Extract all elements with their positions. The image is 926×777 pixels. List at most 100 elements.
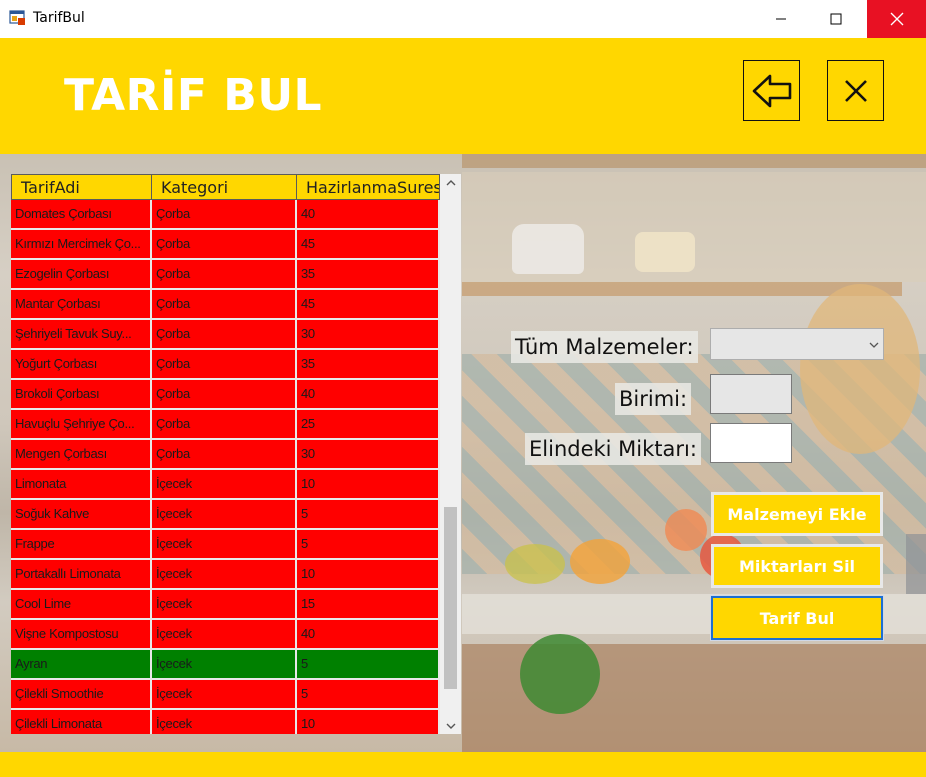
cell-hazirlanmasuresi[interactable]: 45 bbox=[297, 230, 440, 260]
cell-kategori[interactable]: İçecek bbox=[152, 500, 297, 530]
cell-tarifadi[interactable]: Çilekli Smoothie bbox=[11, 680, 152, 710]
table-row[interactable]: Mantar Çorbası Çorba 45 bbox=[11, 290, 440, 320]
table-row[interactable]: Cool Lime İçecek 15 bbox=[11, 590, 440, 620]
cell-hazirlanmasuresi[interactable]: 5 bbox=[297, 500, 440, 530]
cell-kategori[interactable]: Çorba bbox=[152, 350, 297, 380]
cell-hazirlanmasuresi[interactable]: 40 bbox=[297, 380, 440, 410]
table-row[interactable]: Limonata İçecek 10 bbox=[11, 470, 440, 500]
table-row[interactable]: Çilekli Smoothie İçecek 5 bbox=[11, 680, 440, 710]
cell-hazirlanmasuresi[interactable]: 5 bbox=[297, 530, 440, 560]
cell-tarifadi[interactable]: Domates Çorbası bbox=[11, 200, 152, 230]
window-close-button[interactable] bbox=[867, 0, 926, 38]
table-row[interactable]: Mengen Çorbası Çorba 30 bbox=[11, 440, 440, 470]
table-row[interactable]: Çilekli Limonata İçecek 10 bbox=[11, 710, 440, 734]
grid-vertical-scrollbar[interactable] bbox=[440, 174, 461, 734]
cell-kategori[interactable]: Çorba bbox=[152, 440, 297, 470]
cell-tarifadi[interactable]: Soğuk Kahve bbox=[11, 500, 152, 530]
cell-kategori[interactable]: İçecek bbox=[152, 620, 297, 650]
table-row[interactable]: Vişne Kompostosu İçecek 40 bbox=[11, 620, 440, 650]
header-close-button[interactable] bbox=[827, 60, 884, 121]
table-row[interactable]: Havuçlu Şehriye Ço... Çorba 25 bbox=[11, 410, 440, 440]
cell-hazirlanmasuresi[interactable]: 5 bbox=[297, 650, 440, 680]
cell-kategori[interactable]: İçecek bbox=[152, 530, 297, 560]
cell-hazirlanmasuresi[interactable]: 40 bbox=[297, 620, 440, 650]
cell-hazirlanmasuresi[interactable]: 10 bbox=[297, 560, 440, 590]
cell-hazirlanmasuresi[interactable]: 10 bbox=[297, 470, 440, 500]
window-title: TarifBul bbox=[33, 10, 85, 26]
app-window-icon bbox=[9, 10, 25, 25]
maximize-button[interactable] bbox=[813, 0, 859, 38]
cell-kategori[interactable]: Çorba bbox=[152, 260, 297, 290]
cell-hazirlanmasuresi[interactable]: 40 bbox=[297, 200, 440, 230]
amount-field[interactable] bbox=[710, 423, 792, 463]
cell-hazirlanmasuresi[interactable]: 10 bbox=[297, 710, 440, 734]
cell-hazirlanmasuresi[interactable]: 30 bbox=[297, 320, 440, 350]
cell-tarifadi[interactable]: Ayran bbox=[11, 650, 152, 680]
cell-kategori[interactable]: İçecek bbox=[152, 710, 297, 734]
cell-tarifadi[interactable]: Mengen Çorbası bbox=[11, 440, 152, 470]
cell-kategori[interactable]: İçecek bbox=[152, 560, 297, 590]
app-header: TARİF BUL bbox=[0, 38, 926, 154]
chevron-down-icon bbox=[869, 342, 879, 348]
table-row[interactable]: Şehriyeli Tavuk Suy... Çorba 30 bbox=[11, 320, 440, 350]
table-row[interactable]: Domates Çorbası Çorba 40 bbox=[11, 200, 440, 230]
cell-tarifadi[interactable]: Çilekli Limonata bbox=[11, 710, 152, 734]
unit-field[interactable] bbox=[710, 374, 792, 414]
table-row[interactable]: Kırmızı Mercimek Ço... Çorba 45 bbox=[11, 230, 440, 260]
cell-hazirlanmasuresi[interactable]: 45 bbox=[297, 290, 440, 320]
cell-tarifadi[interactable]: Cool Lime bbox=[11, 590, 152, 620]
arrow-left-icon bbox=[752, 74, 791, 107]
cell-kategori[interactable]: İçecek bbox=[152, 680, 297, 710]
cell-tarifadi[interactable]: Ezogelin Çorbası bbox=[11, 260, 152, 290]
table-row[interactable]: Yoğurt Çorbası Çorba 35 bbox=[11, 350, 440, 380]
cell-tarifadi[interactable]: Portakallı Limonata bbox=[11, 560, 152, 590]
chevron-up-icon bbox=[446, 179, 455, 185]
cell-tarifadi[interactable]: Brokoli Çorbası bbox=[11, 380, 152, 410]
scroll-up-button[interactable] bbox=[440, 174, 461, 191]
column-header-kategori[interactable]: Kategori bbox=[152, 174, 297, 200]
cell-kategori[interactable]: Çorba bbox=[152, 320, 297, 350]
scroll-thumb[interactable] bbox=[444, 507, 457, 689]
table-row[interactable]: Portakallı Limonata İçecek 10 bbox=[11, 560, 440, 590]
cell-tarifadi[interactable]: Vişne Kompostosu bbox=[11, 620, 152, 650]
add-ingredient-button[interactable]: Malzemeyi Ekle bbox=[711, 492, 883, 536]
cell-kategori[interactable]: İçecek bbox=[152, 470, 297, 500]
cell-kategori[interactable]: Çorba bbox=[152, 380, 297, 410]
table-row[interactable]: Brokoli Çorbası Çorba 40 bbox=[11, 380, 440, 410]
cell-kategori[interactable]: Çorba bbox=[152, 200, 297, 230]
table-row[interactable]: Ayran İçecek 5 bbox=[11, 650, 440, 680]
cell-tarifadi[interactable]: Limonata bbox=[11, 470, 152, 500]
all-ingredients-dropdown[interactable] bbox=[710, 328, 884, 360]
cell-tarifadi[interactable]: Şehriyeli Tavuk Suy... bbox=[11, 320, 152, 350]
close-icon bbox=[890, 12, 903, 26]
cell-hazirlanmasuresi[interactable]: 25 bbox=[297, 410, 440, 440]
recipe-grid[interactable]: TarifAdi Kategori HazirlanmaSuresi Domat… bbox=[11, 174, 440, 734]
cell-hazirlanmasuresi[interactable]: 30 bbox=[297, 440, 440, 470]
back-button[interactable] bbox=[743, 60, 800, 121]
cell-kategori[interactable]: İçecek bbox=[152, 650, 297, 680]
find-recipe-button[interactable]: Tarif Bul bbox=[710, 595, 884, 641]
cell-hazirlanmasuresi[interactable]: 35 bbox=[297, 350, 440, 380]
table-row[interactable]: Ezogelin Çorbası Çorba 35 bbox=[11, 260, 440, 290]
cell-hazirlanmasuresi[interactable]: 5 bbox=[297, 680, 440, 710]
cell-kategori[interactable]: Çorba bbox=[152, 230, 297, 260]
scroll-down-button[interactable] bbox=[440, 717, 461, 734]
clear-amounts-button[interactable]: Miktarları Sil bbox=[711, 544, 883, 588]
column-header-tarifadi[interactable]: TarifAdi bbox=[11, 174, 152, 200]
minimize-button[interactable] bbox=[758, 0, 804, 38]
footer-bar bbox=[0, 752, 926, 777]
column-header-hazirlanmasuresi[interactable]: HazirlanmaSuresi bbox=[297, 174, 440, 200]
table-row[interactable]: Frappe İçecek 5 bbox=[11, 530, 440, 560]
cell-tarifadi[interactable]: Havuçlu Şehriye Ço... bbox=[11, 410, 152, 440]
cell-kategori[interactable]: Çorba bbox=[152, 410, 297, 440]
cell-tarifadi[interactable]: Kırmızı Mercimek Ço... bbox=[11, 230, 152, 260]
cell-hazirlanmasuresi[interactable]: 15 bbox=[297, 590, 440, 620]
cell-kategori[interactable]: Çorba bbox=[152, 290, 297, 320]
cell-kategori[interactable]: İçecek bbox=[152, 590, 297, 620]
cell-tarifadi[interactable]: Frappe bbox=[11, 530, 152, 560]
cell-tarifadi[interactable]: Yoğurt Çorbası bbox=[11, 350, 152, 380]
cell-hazirlanmasuresi[interactable]: 35 bbox=[297, 260, 440, 290]
page-title: TARİF BUL bbox=[64, 70, 323, 121]
cell-tarifadi[interactable]: Mantar Çorbası bbox=[11, 290, 152, 320]
table-row[interactable]: Soğuk Kahve İçecek 5 bbox=[11, 500, 440, 530]
